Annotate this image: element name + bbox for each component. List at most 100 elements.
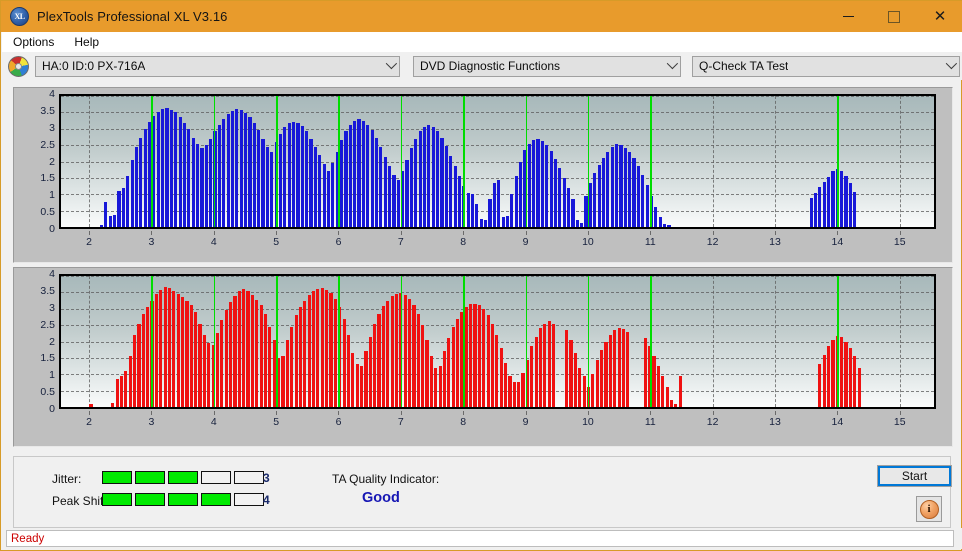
marker-line bbox=[837, 96, 839, 227]
minimize-icon[interactable] bbox=[825, 1, 871, 32]
chart-bar bbox=[303, 301, 306, 407]
chart-bar bbox=[299, 307, 302, 407]
chart-bar bbox=[419, 131, 422, 227]
chart-bar bbox=[827, 346, 830, 407]
y-axis-tick-label: 1 bbox=[49, 189, 55, 201]
peak-shift-chart-panel: 00.511.522.533.5423456789101112131415 bbox=[13, 267, 953, 447]
gridline-vertical bbox=[775, 276, 776, 407]
test-select[interactable]: Q-Check TA Test bbox=[692, 56, 960, 77]
chart-bar bbox=[646, 185, 649, 227]
chart-bar bbox=[347, 335, 350, 407]
chart-bar bbox=[124, 371, 127, 407]
maximize-icon[interactable] bbox=[871, 1, 917, 32]
chart-bar bbox=[279, 134, 282, 227]
chart-bar bbox=[421, 325, 424, 407]
status-field: Ready bbox=[6, 530, 954, 547]
chart-bar bbox=[225, 310, 228, 407]
chart-bar bbox=[373, 324, 376, 408]
y-axis-tick-label: 4 bbox=[49, 268, 55, 280]
chart-bar bbox=[233, 296, 236, 407]
meter-segment bbox=[201, 471, 231, 484]
marker-line bbox=[650, 96, 652, 227]
x-axis-tick bbox=[214, 411, 215, 415]
chart-bar bbox=[377, 314, 380, 407]
info-button[interactable]: i bbox=[916, 496, 942, 522]
chart-bar bbox=[174, 112, 177, 227]
chevron-down-icon bbox=[667, 58, 678, 69]
menu-item-options[interactable]: Options bbox=[4, 33, 63, 51]
chart-bar bbox=[552, 324, 555, 408]
x-axis-tick bbox=[588, 231, 589, 235]
chart-bar bbox=[281, 356, 284, 407]
jitter-label: Jitter: bbox=[52, 472, 81, 486]
chart-bar bbox=[550, 151, 553, 227]
ta-quality-label: TA Quality Indicator: bbox=[332, 472, 439, 486]
chart-bar bbox=[644, 338, 647, 407]
info-icon: i bbox=[920, 500, 939, 519]
chart-bar bbox=[196, 144, 199, 228]
chart-bar bbox=[235, 109, 238, 227]
chart-bar bbox=[129, 356, 132, 407]
start-button[interactable]: Start bbox=[877, 465, 952, 487]
meter-segment bbox=[168, 471, 198, 484]
chart-bar bbox=[181, 297, 184, 407]
chart-bar bbox=[414, 139, 417, 227]
chart-bar bbox=[286, 340, 289, 407]
y-axis-tick-label: 4 bbox=[49, 88, 55, 100]
chart-bar bbox=[679, 376, 682, 407]
chart-bar bbox=[554, 159, 557, 227]
chart-bar bbox=[209, 139, 212, 227]
chart-bar bbox=[447, 338, 450, 407]
chart-bar bbox=[618, 328, 621, 407]
chart-bar bbox=[565, 330, 568, 407]
chart-bar bbox=[343, 319, 346, 407]
chart-bar bbox=[179, 117, 182, 227]
x-axis-tick bbox=[89, 231, 90, 235]
chart-bar bbox=[521, 373, 524, 407]
chart-bar bbox=[471, 194, 474, 227]
chart-bar bbox=[218, 125, 221, 227]
x-axis-tick-label: 6 bbox=[336, 236, 342, 248]
x-axis-tick-label: 8 bbox=[460, 236, 466, 248]
chart-bar bbox=[853, 192, 856, 227]
chart-bar bbox=[475, 204, 478, 227]
chart-bar bbox=[351, 353, 354, 407]
x-axis-tick-label: 2 bbox=[86, 416, 92, 428]
chart-bar bbox=[144, 129, 147, 227]
gridline-vertical bbox=[775, 96, 776, 227]
x-axis-tick-label: 6 bbox=[336, 416, 342, 428]
chart-bar bbox=[392, 175, 395, 227]
chart-bar bbox=[161, 109, 164, 227]
chart-bar bbox=[810, 198, 813, 227]
close-icon[interactable]: ✕ bbox=[917, 1, 962, 32]
chart-bar bbox=[379, 147, 382, 227]
drive-select[interactable]: HA:0 ID:0 PX-716A bbox=[35, 56, 400, 77]
x-axis-tick-label: 5 bbox=[273, 416, 279, 428]
chart-bar bbox=[600, 350, 603, 407]
jitter-chart-panel: 00.511.522.533.5423456789101112131415 bbox=[13, 87, 953, 263]
chart-bar bbox=[305, 131, 308, 227]
chart-bar bbox=[292, 122, 295, 227]
chart-bar bbox=[183, 123, 186, 227]
gridline-horizontal bbox=[61, 129, 934, 130]
menu-item-help[interactable]: Help bbox=[65, 33, 108, 51]
function-select[interactable]: DVD Diagnostic Functions bbox=[413, 56, 681, 77]
x-axis-tick-label: 10 bbox=[582, 236, 594, 248]
chart-bar bbox=[539, 328, 542, 407]
x-axis-tick-label: 10 bbox=[582, 416, 594, 428]
test-select-value: Q-Check TA Test bbox=[693, 59, 788, 73]
chart-bar bbox=[515, 176, 518, 227]
chart-bar bbox=[467, 193, 470, 227]
marker-line bbox=[338, 276, 340, 407]
meter-segment bbox=[234, 493, 264, 506]
x-axis-tick-label: 12 bbox=[707, 236, 719, 248]
y-axis: 00.511.522.533.54 bbox=[14, 268, 55, 409]
window-title: PlexTools Professional XL V3.16 bbox=[37, 9, 228, 24]
chart-bar bbox=[321, 288, 324, 407]
chart-bar bbox=[264, 314, 267, 407]
x-axis-tick bbox=[151, 231, 152, 235]
chart-bar bbox=[849, 183, 852, 227]
chart-bar bbox=[309, 139, 312, 227]
x-axis-tick bbox=[463, 231, 464, 235]
chart-bar bbox=[506, 216, 509, 227]
